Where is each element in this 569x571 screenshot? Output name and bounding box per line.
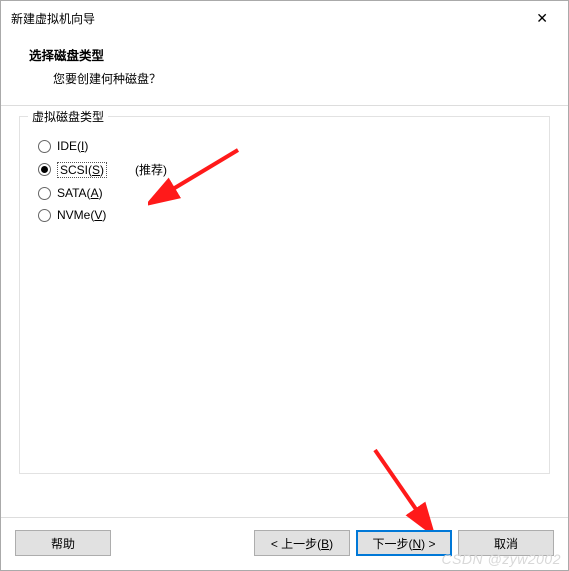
radio-label: SATA(A) (57, 186, 103, 200)
radio-icon (38, 209, 51, 222)
watermark: CSDN @zyw2002 (441, 551, 561, 567)
next-button[interactable]: 下一步(N) > (356, 530, 452, 556)
radio-sata[interactable]: SATA(A) (34, 186, 535, 200)
radio-nvme[interactable]: NVMe(V) (34, 208, 535, 222)
header-subtitle: 您要创建何种磁盘？ (29, 70, 540, 87)
radio-icon (38, 140, 51, 153)
radio-label: SCSI(S) (57, 162, 107, 178)
titlebar: 新建虚拟机向导 ✕ (1, 1, 568, 35)
wizard-window: 新建虚拟机向导 ✕ 选择磁盘类型 您要创建何种磁盘？ 虚拟磁盘类型 IDE(I)… (0, 0, 569, 571)
disk-type-group: 虚拟磁盘类型 IDE(I) SCSI(S) (推荐) SATA(A) NVMe(… (19, 116, 550, 474)
header-title: 选择磁盘类型 (29, 45, 540, 64)
radio-icon (38, 163, 51, 176)
radio-label: NVMe(V) (57, 208, 106, 222)
back-button[interactable]: < 上一步(B) (254, 530, 350, 556)
radio-ide[interactable]: IDE(I) (34, 139, 535, 153)
radio-scsi[interactable]: SCSI(S) (推荐) (34, 161, 535, 178)
content-area: 虚拟磁盘类型 IDE(I) SCSI(S) (推荐) SATA(A) NVMe(… (1, 106, 568, 517)
radio-hint: (推荐) (135, 161, 167, 178)
window-title: 新建虚拟机向导 (11, 10, 95, 27)
group-title: 虚拟磁盘类型 (28, 108, 108, 125)
help-button[interactable]: 帮助 (15, 530, 111, 556)
radio-label: IDE(I) (57, 139, 88, 153)
wizard-header: 选择磁盘类型 您要创建何种磁盘？ (1, 35, 568, 105)
close-icon[interactable]: ✕ (528, 6, 556, 31)
radio-icon (38, 187, 51, 200)
